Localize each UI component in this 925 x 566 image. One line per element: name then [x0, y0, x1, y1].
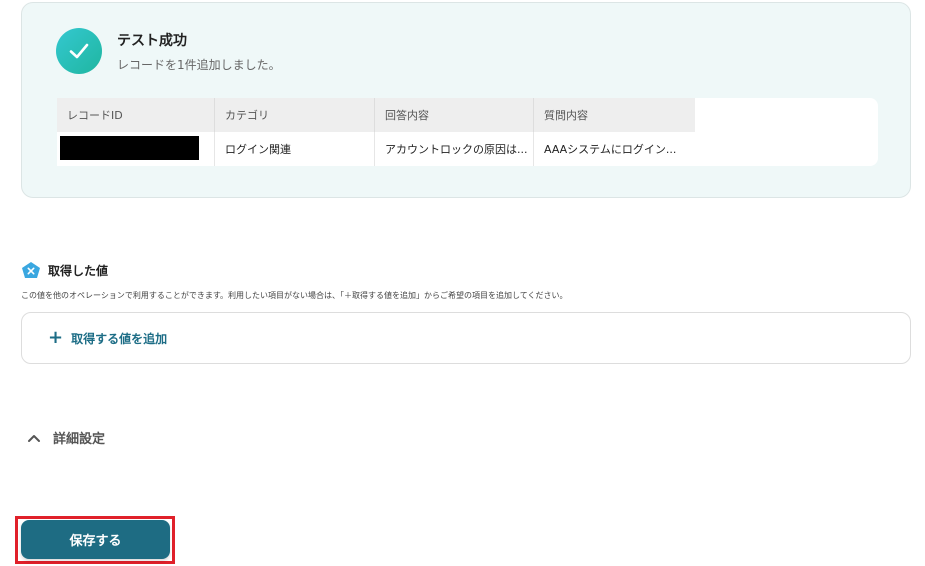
- test-success-panel: テスト成功 レコードを1件追加しました。 レコードID カテゴリ 回答内容 質問…: [21, 2, 911, 198]
- success-subtitle: レコードを1件追加しました。: [117, 58, 281, 72]
- table-header-answer: 回答内容: [375, 98, 534, 132]
- check-icon: [56, 28, 102, 74]
- redacted-block: [60, 136, 199, 160]
- details-label: 詳細設定: [53, 432, 106, 447]
- add-value-button[interactable]: + 取得する値を追加: [48, 329, 167, 347]
- add-value-label: 取得する値を追加: [71, 331, 168, 346]
- add-value-box: + 取得する値を追加: [21, 312, 911, 364]
- record-table: レコードID カテゴリ 回答内容 質問内容 ログイン関連 アカウントロックの原因…: [57, 98, 878, 166]
- pentagon-x-icon: [22, 262, 40, 278]
- fetched-values-description: この値を他のオペレーションで利用することができます。利用したい項目がない場合は、…: [21, 291, 568, 300]
- save-button[interactable]: 保存する: [21, 520, 170, 559]
- table-header-record-id: レコードID: [57, 98, 215, 132]
- chevron-up-icon: [28, 434, 40, 442]
- table-header-question: 質問内容: [534, 98, 695, 132]
- details-toggle[interactable]: 詳細設定: [27, 428, 105, 447]
- fetched-values-header: 取得した値: [21, 261, 108, 279]
- plus-icon: +: [48, 327, 64, 348]
- table-cell-record-id: [57, 132, 215, 166]
- table-cell-question: AAAシステムにログイン...: [534, 132, 695, 166]
- table-cell-answer: アカウントロックの原因は...: [375, 132, 534, 166]
- success-title: テスト成功: [117, 33, 187, 49]
- fetched-values-title: 取得した値: [48, 263, 109, 278]
- table-cell-category: ログイン関連: [215, 132, 375, 166]
- table-header-category: カテゴリ: [215, 98, 375, 132]
